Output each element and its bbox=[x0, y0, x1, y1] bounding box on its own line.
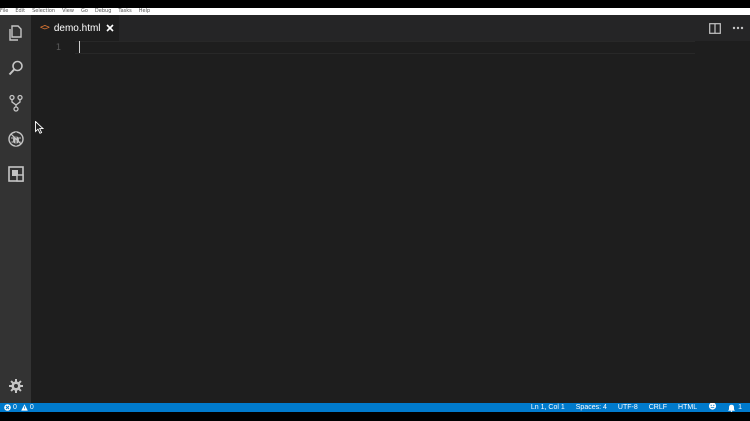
tab-strip: <> demo.html bbox=[31, 15, 750, 41]
notification-count: 1 bbox=[738, 404, 742, 411]
language-mode[interactable]: HTML bbox=[678, 403, 697, 412]
bell-icon bbox=[728, 404, 735, 412]
menu-file[interactable]: File bbox=[0, 8, 8, 14]
tab-demo-html[interactable]: <> demo.html bbox=[31, 15, 119, 41]
current-line-highlight bbox=[75, 41, 695, 54]
warning-icon bbox=[21, 404, 28, 411]
tab-label: demo.html bbox=[53, 22, 101, 34]
app-window: File Edit Selection View Go Debug Tasks Help bbox=[0, 0, 750, 421]
notifications-button[interactable]: 1 bbox=[728, 403, 742, 412]
minimap[interactable] bbox=[698, 41, 750, 403]
split-editor-icon[interactable] bbox=[708, 21, 722, 35]
explorer-icon[interactable] bbox=[3, 20, 28, 45]
error-count: 0 bbox=[13, 404, 17, 411]
activity-bar bbox=[0, 15, 31, 403]
indentation[interactable]: Spaces: 4 bbox=[576, 403, 607, 412]
search-icon[interactable] bbox=[3, 55, 28, 80]
warning-count: 0 bbox=[29, 404, 34, 411]
status-bar-right: Ln 1, Col 1 Spaces: 4 UTF-8 CRLF HTML 1 bbox=[520, 403, 742, 412]
debug-icon[interactable] bbox=[3, 126, 28, 151]
close-icon[interactable] bbox=[104, 22, 115, 33]
encoding[interactable]: UTF-8 bbox=[618, 403, 638, 412]
title-bar bbox=[0, 0, 750, 8]
html-file-icon: <> bbox=[40, 23, 50, 33]
bottom-border bbox=[0, 412, 750, 421]
menu-edit[interactable]: Edit bbox=[15, 8, 25, 14]
menu-selection[interactable]: Selection bbox=[32, 8, 55, 14]
text-cursor bbox=[79, 41, 80, 53]
extensions-icon[interactable] bbox=[3, 161, 28, 186]
cursor-position[interactable]: Ln 1, Col 1 bbox=[531, 403, 565, 412]
line-ending[interactable]: CRLF bbox=[649, 403, 667, 412]
mouse-pointer-icon bbox=[35, 119, 45, 138]
menu-help[interactable]: Help bbox=[139, 8, 150, 14]
source-control-icon[interactable] bbox=[3, 90, 28, 115]
more-actions-icon[interactable] bbox=[731, 21, 745, 35]
editor-area: <> demo.html 1 bbox=[31, 15, 750, 403]
menu-debug[interactable]: Debug bbox=[95, 8, 111, 14]
feedback-icon[interactable] bbox=[708, 403, 717, 412]
menu-tasks[interactable]: Tasks bbox=[118, 8, 131, 14]
menu-bar: File Edit Selection View Go Debug Tasks Help bbox=[0, 8, 750, 15]
menu-go[interactable]: Go bbox=[81, 8, 88, 14]
problems-indicator[interactable]: 0 0 bbox=[4, 403, 38, 412]
error-icon bbox=[4, 404, 11, 411]
status-bar: 0 0 Ln 1, Col 1 Spaces: 4 UTF-8 CRLF HTM… bbox=[0, 403, 750, 412]
line-number: 1 bbox=[55, 43, 61, 53]
gear-icon[interactable] bbox=[3, 373, 28, 398]
menu-view[interactable]: View bbox=[62, 8, 74, 14]
